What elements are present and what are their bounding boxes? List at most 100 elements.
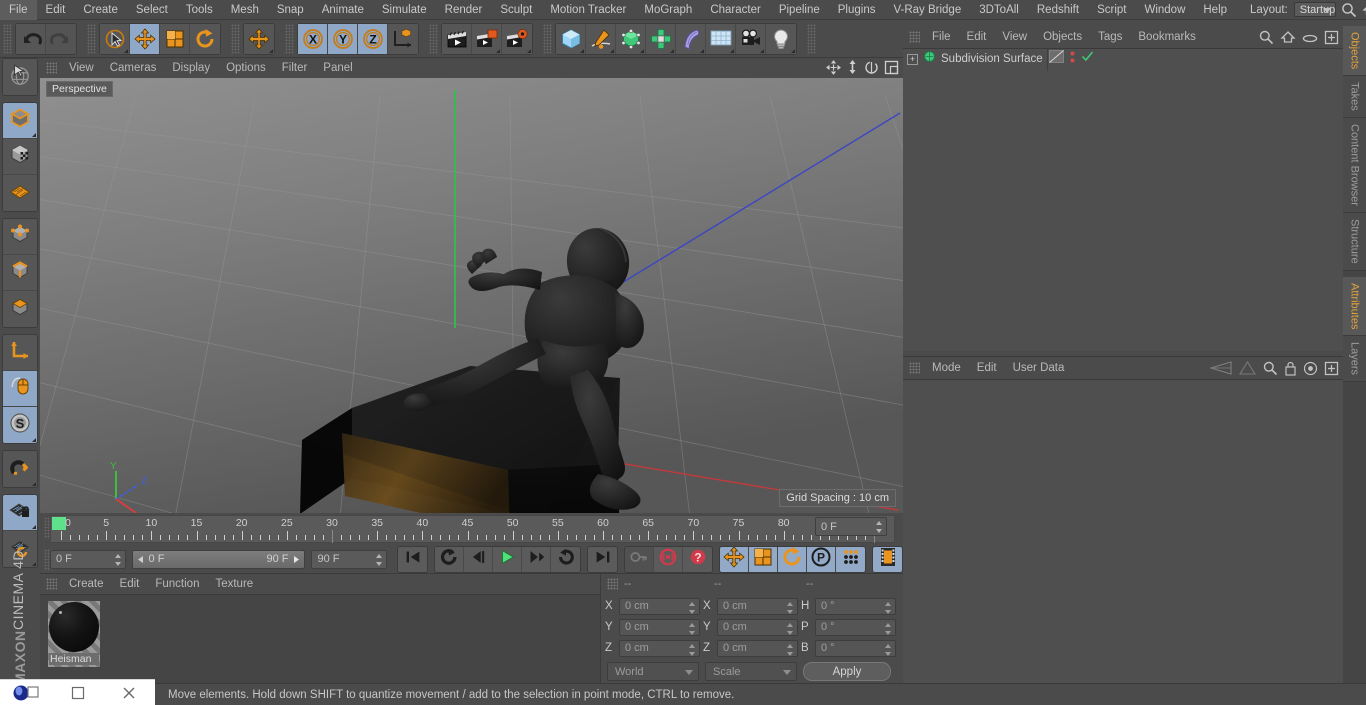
model-mode-button[interactable]: [3, 139, 37, 175]
dock-tab-takes[interactable]: Takes: [1343, 76, 1366, 119]
dropdown-corner-icon[interactable]: [730, 48, 734, 53]
search-icon[interactable]: [1262, 360, 1278, 381]
viewport-menu-filter[interactable]: Filter: [274, 62, 316, 74]
material-menu-function[interactable]: Function: [147, 578, 207, 590]
menu-item-redshift[interactable]: Redshift: [1028, 0, 1088, 20]
make-editable-button[interactable]: [3, 103, 37, 139]
timeline-button[interactable]: [873, 546, 902, 572]
dropdown-corner-icon[interactable]: [760, 48, 764, 53]
viewport-menu-options[interactable]: Options: [218, 62, 274, 74]
dock-tab-attributes[interactable]: Attributes: [1343, 276, 1366, 337]
restore-icon[interactable]: [52, 680, 104, 705]
dock-tab-objects[interactable]: Objects: [1343, 26, 1366, 77]
dropdown-corner-icon[interactable]: [580, 48, 584, 53]
object-menu-view[interactable]: View: [994, 31, 1035, 43]
lock-workplane-button[interactable]: [3, 495, 37, 531]
menu-item-pipeline[interactable]: Pipeline: [770, 0, 829, 20]
pla-key-toggle[interactable]: P: [807, 546, 836, 572]
object-tag-cell[interactable]: [1049, 50, 1094, 69]
dock-tab-layers[interactable]: Layers: [1343, 336, 1366, 383]
dropdown-corner-icon[interactable]: [791, 48, 795, 53]
move-tool[interactable]: [130, 23, 160, 54]
object-tree[interactable]: + Subdivision Surface: [903, 48, 1343, 351]
dropdown-corner-icon[interactable]: [32, 133, 36, 137]
play-backwards-button[interactable]: [464, 546, 493, 572]
move-tool-alt[interactable]: [244, 23, 274, 54]
menu-item-script[interactable]: Script: [1088, 0, 1135, 20]
preview-range-slider[interactable]: 0 F 90 F: [131, 549, 306, 569]
plus-box-icon[interactable]: [1324, 361, 1339, 381]
coordinates-manager-grip[interactable]: [607, 578, 618, 590]
attribute-menu-edit[interactable]: Edit: [969, 362, 1005, 374]
attribute-manager-grip[interactable]: [909, 362, 920, 374]
attribute-menu-user-data[interactable]: User Data: [1005, 362, 1073, 374]
menu-item-select[interactable]: Select: [127, 0, 177, 20]
object-axis-button[interactable]: [3, 335, 37, 371]
attribute-content[interactable]: [903, 379, 1343, 684]
material-menu-texture[interactable]: Texture: [207, 578, 261, 590]
apply-button[interactable]: Apply: [803, 662, 891, 681]
timeline-ruler[interactable]: 051015202530354045505560657075808590: [50, 515, 895, 543]
material-menu-create[interactable]: Create: [61, 578, 112, 590]
dropdown-corner-icon[interactable]: [269, 48, 273, 53]
transform-mode-dropdown[interactable]: Scale: [705, 662, 797, 681]
object-menu-bookmarks[interactable]: Bookmarks: [1130, 31, 1204, 43]
dropdown-corner-icon[interactable]: [527, 48, 531, 53]
rotate-tool[interactable]: [190, 23, 220, 54]
dropdown-corner-icon[interactable]: [124, 48, 128, 53]
toolbar-grip[interactable]: [543, 23, 552, 54]
enable-axis-button[interactable]: [3, 371, 37, 407]
play-forward-button[interactable]: [493, 546, 522, 572]
menu-item-tools[interactable]: Tools: [177, 0, 222, 20]
layout-dropdown[interactable]: Startup: [1293, 2, 1337, 17]
dropdown-corner-icon[interactable]: [496, 48, 500, 53]
position-input[interactable]: 0 cm: [619, 618, 700, 636]
add-cube-button[interactable]: [556, 23, 586, 54]
range-left-arrow-icon[interactable]: [136, 555, 145, 564]
coordinate-system-toggle[interactable]: [388, 23, 418, 54]
loop-button[interactable]: [435, 546, 464, 572]
toolbar-grip[interactable]: [429, 23, 438, 54]
menu-item-help[interactable]: Help: [1194, 0, 1236, 20]
go-to-end-button[interactable]: [588, 546, 617, 572]
home-icon[interactable]: [1280, 29, 1296, 50]
record-active-objects[interactable]: [654, 546, 683, 572]
toolbar-grip[interactable]: [87, 23, 96, 54]
phong-tag-icon[interactable]: [1049, 50, 1064, 68]
dropdown-corner-icon[interactable]: [640, 48, 644, 53]
close-icon[interactable]: [103, 680, 155, 705]
keyframe-selection[interactable]: ?: [683, 546, 712, 572]
menu-item-v-ray-bridge[interactable]: V-Ray Bridge: [884, 0, 970, 20]
forward-arrow-icon[interactable]: [1239, 360, 1256, 380]
point-mode-button[interactable]: [3, 219, 37, 255]
maximize-view-icon[interactable]: [884, 60, 899, 80]
rotate-view-icon[interactable]: [864, 60, 879, 80]
material-menu-edit[interactable]: Edit: [112, 578, 148, 590]
current-frame-input[interactable]: 0 F: [50, 549, 126, 569]
menu-item-mograph[interactable]: MoGraph: [635, 0, 701, 20]
object-name-cell[interactable]: + Subdivision Surface: [907, 50, 1045, 68]
material-item[interactable]: Heisman: [48, 601, 100, 667]
dock-tab-content-browser[interactable]: Content Browser: [1343, 118, 1366, 213]
coordinate-system-dropdown[interactable]: World: [607, 662, 699, 681]
viewport-solo-button[interactable]: S: [3, 407, 37, 443]
dropdown-corner-icon[interactable]: [32, 525, 36, 529]
expand-toggle-icon[interactable]: +: [907, 53, 918, 65]
position-input[interactable]: 0 cm: [619, 597, 700, 615]
add-spline-button[interactable]: [586, 23, 616, 54]
menu-item-edit[interactable]: Edit: [37, 0, 75, 20]
menu-item-3dtoall[interactable]: 3DToAll: [970, 0, 1028, 20]
toolbar-grip[interactable]: [3, 23, 12, 54]
menu-item-render[interactable]: Render: [436, 0, 492, 20]
spinner-icon[interactable]: [375, 553, 383, 567]
menu-item-mesh[interactable]: Mesh: [222, 0, 268, 20]
menu-item-simulate[interactable]: Simulate: [373, 0, 436, 20]
object-manager-grip[interactable]: [909, 31, 920, 43]
add-nurbs-button[interactable]: [616, 23, 646, 54]
size-input[interactable]: 0 cm: [717, 597, 798, 615]
render-settings-button[interactable]: [502, 23, 532, 54]
size-input[interactable]: 0 cm: [717, 639, 798, 657]
enabled-check-icon[interactable]: [1081, 50, 1094, 68]
y-axis-lock[interactable]: Y: [328, 23, 358, 54]
viewport-menu-display[interactable]: Display: [164, 62, 218, 74]
